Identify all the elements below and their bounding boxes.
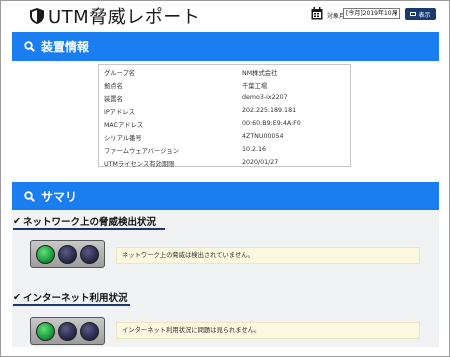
show-button-label: 表示 <box>418 11 431 19</box>
threat-heading-underline <box>13 228 165 230</box>
row-label: ファームウェアバージョン <box>104 148 179 155</box>
internet-traffic-light <box>30 317 105 345</box>
yellow-lamp <box>57 244 77 264</box>
red-lamp <box>80 244 100 264</box>
row-value: 2020/01/27 <box>242 159 279 166</box>
internet-status-message: インターネット利用状況に問題は見られません。 <box>116 322 420 339</box>
shield-icon <box>30 8 44 24</box>
page-title: UTM脅威レポート <box>48 7 201 28</box>
row-value: NM株式会社 <box>242 70 278 77</box>
table-row: ファームウェアバージョン 10.2.16 <box>99 143 350 156</box>
monitor-icon <box>410 12 417 16</box>
table-row: 装置名 demo3-ix2207 <box>99 91 350 104</box>
summary-section-banner: サマリ <box>12 182 439 211</box>
row-label: グループ名 <box>104 70 136 77</box>
green-lamp <box>35 244 55 264</box>
threat-heading-text: ネットワーク上の脅威検出状況 <box>22 217 156 228</box>
internet-heading-underline <box>13 304 130 306</box>
row-label: シリアル番号 <box>104 135 142 142</box>
show-button[interactable]: 表示 <box>405 8 436 20</box>
row-value: demo3-ix2207 <box>242 94 288 101</box>
chevron-down-icon: ▾ <box>393 10 397 17</box>
row-value: 00:60:B9:E9:4A:F0 <box>242 120 301 127</box>
table-row: シリアル番号 4ZTNU00054 <box>99 130 350 143</box>
row-value: 千葉工場 <box>242 83 268 90</box>
table-row: UTMライセンス有効期限 2020/01/27 <box>99 156 350 169</box>
row-label: 拠点名 <box>104 83 123 90</box>
calendar-icon <box>311 7 323 20</box>
table-row: 拠点名 千葉工場 <box>99 78 350 91</box>
row-value: 202.225.189.181 <box>242 107 297 114</box>
device-section-title: 装置情報 <box>41 40 90 54</box>
row-label: MACアドレス <box>104 122 144 129</box>
threat-status-message: ネットワーク上の脅威は検出されていません。 <box>116 247 420 264</box>
header: UTM脅威レポート 対象月 [今月]2019年10月 ▾ 表示 <box>0 0 448 32</box>
device-section-banner: 装置情報 <box>12 32 439 61</box>
red-lamp <box>80 321 100 341</box>
search-icon <box>24 41 35 52</box>
row-label: IPアドレス <box>104 109 135 116</box>
table-row: IPアドレス 202.225.189.181 <box>99 104 350 117</box>
threat-traffic-light <box>30 240 105 268</box>
check-icon: ✔ <box>13 291 21 303</box>
check-icon: ✔ <box>13 215 21 227</box>
green-lamp <box>35 321 55 341</box>
summary-section-title: サマリ <box>41 190 78 204</box>
row-value: 4ZTNU00054 <box>242 133 284 140</box>
search-icon <box>24 191 35 202</box>
period-select-value: [今月]2019年10月 <box>346 10 398 17</box>
row-label: 装置名 <box>104 96 123 103</box>
device-info-table: グループ名 NM株式会社 拠点名 千葉工場 装置名 demo3-ix2207 I… <box>98 64 351 169</box>
internet-heading: ✔ インターネット利用状況 <box>13 290 128 305</box>
row-value: 10.2.16 <box>242 146 267 153</box>
internet-heading-text: インターネット利用状況 <box>22 293 128 304</box>
yellow-lamp <box>57 321 77 341</box>
threat-heading: ✔ ネットワーク上の脅威検出状況 <box>13 214 156 229</box>
row-label: UTMライセンス有効期限 <box>104 161 175 168</box>
table-row: グループ名 NM株式会社 <box>99 65 350 78</box>
table-row: MACアドレス 00:60:B9:E9:4A:F0 <box>99 117 350 130</box>
period-select[interactable]: [今月]2019年10月 ▾ <box>343 8 400 19</box>
